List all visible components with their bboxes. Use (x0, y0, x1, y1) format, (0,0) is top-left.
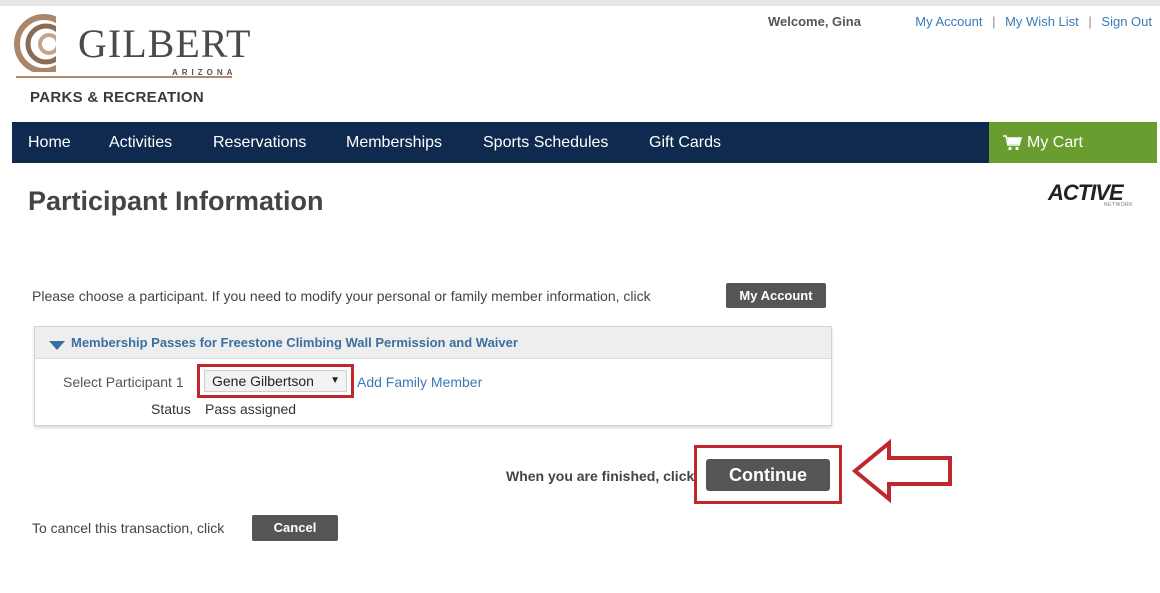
finish-instruction: When you are finished, click (506, 468, 694, 484)
gilbert-swirl-icon (14, 14, 76, 72)
welcome-text: Welcome, Gina (768, 14, 861, 29)
main-nav: Home Activities Reservations Memberships… (12, 122, 1157, 163)
my-account-link[interactable]: My Account (915, 14, 982, 29)
participant-select-highlight: Gene Gilbertson ▼ (197, 364, 354, 398)
nav-memberships[interactable]: Memberships (346, 122, 442, 163)
nav-reservations[interactable]: Reservations (213, 122, 306, 163)
nav-sports-schedules[interactable]: Sports Schedules (483, 122, 608, 163)
arrow-left-icon (851, 438, 952, 504)
cancel-button[interactable]: Cancel (252, 515, 338, 541)
participant-select[interactable]: Gene Gilbertson ▼ (204, 370, 347, 392)
caret-down-icon: ▼ (330, 375, 340, 386)
add-family-member-link[interactable]: Add Family Member (357, 374, 482, 390)
link-separator: | (1088, 14, 1092, 29)
panel-title: Membership Passes for Freestone Climbing… (71, 335, 518, 350)
site-logo[interactable]: GILBERT ARIZONA PARKS & RECREATION (12, 12, 250, 112)
logo-department: PARKS & RECREATION (30, 89, 205, 106)
logo-divider (16, 76, 232, 78)
nav-activities[interactable]: Activities (109, 122, 172, 163)
status-label: Status (151, 401, 191, 417)
my-cart-button[interactable]: My Cart (989, 122, 1157, 163)
active-network-sub: NETWORK (1104, 202, 1134, 208)
cart-label: My Cart (1027, 134, 1083, 151)
nav-home[interactable]: Home (28, 122, 71, 163)
status-value: Pass assigned (205, 401, 297, 417)
logo-name: GILBERT (78, 21, 252, 66)
link-separator: | (992, 14, 996, 29)
account-links: My Account | My Wish List | Sign Out (915, 14, 1152, 29)
nav-gift-cards[interactable]: Gift Cards (649, 122, 721, 163)
my-account-button[interactable]: My Account (726, 283, 826, 308)
browser-top-bar (0, 0, 1160, 6)
select-participant-label: Select Participant 1 (63, 374, 184, 390)
membership-panel: Membership Passes for Freestone Climbing… (34, 326, 832, 426)
instruction-text: Please choose a participant. If you need… (32, 288, 651, 304)
continue-button[interactable]: Continue (706, 459, 830, 491)
page-title: Participant Information (28, 186, 324, 216)
shopping-cart-icon (1003, 135, 1023, 151)
sign-out-link[interactable]: Sign Out (1101, 14, 1152, 29)
continue-highlight: Continue (694, 445, 842, 504)
triangle-down-icon (49, 341, 65, 350)
participant-select-value: Gene Gilbertson (212, 373, 314, 389)
my-wish-list-link[interactable]: My Wish List (1005, 14, 1079, 29)
cancel-instruction: To cancel this transaction, click (32, 520, 225, 536)
panel-header[interactable]: Membership Passes for Freestone Climbing… (35, 327, 831, 359)
